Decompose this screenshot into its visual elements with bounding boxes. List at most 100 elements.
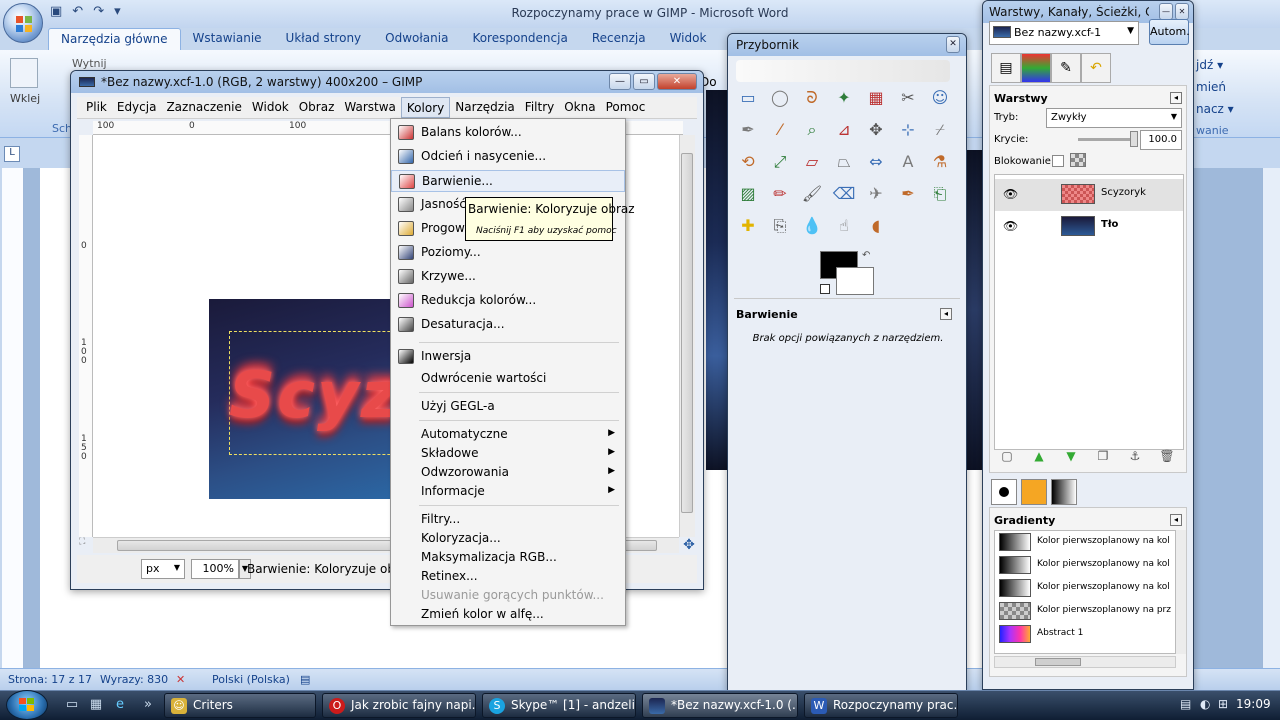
tab-paths[interactable]: ✎: [1051, 53, 1081, 83]
anchor-layer-icon[interactable]: ⚓: [1127, 449, 1143, 465]
dodge-burn-icon[interactable]: ◖: [864, 214, 888, 238]
menu-colors[interactable]: Kolory: [400, 97, 451, 118]
auto-button[interactable]: Autom.: [1149, 19, 1190, 45]
menu-item-1[interactable]: Odcień i nasycenie...: [391, 146, 625, 168]
perspective-icon[interactable]: ⏢: [832, 150, 856, 174]
menu-edit[interactable]: Edycja: [112, 97, 162, 118]
tab-layers[interactable]: ▤: [991, 53, 1021, 83]
paths-icon[interactable]: ✒: [736, 118, 760, 142]
airbrush-icon[interactable]: ✈: [864, 182, 888, 206]
language[interactable]: Polski (Polska): [212, 673, 290, 686]
menu-windows[interactable]: Okna: [559, 97, 600, 118]
menu-item-8[interactable]: Desaturacja...: [391, 314, 625, 336]
menu-select[interactable]: Zaznaczenie: [161, 97, 246, 118]
menu-item-15[interactable]: Informacje ▶: [391, 481, 625, 503]
perspective-clone-icon[interactable]: ⎘: [768, 214, 792, 238]
find-button[interactable]: jdź ▾: [1196, 58, 1223, 72]
align-icon[interactable]: ⊹: [896, 118, 920, 142]
opacity-slider-handle[interactable]: [1130, 131, 1138, 147]
close-button[interactable]: ✕: [946, 36, 960, 53]
tab-channels[interactable]: [1021, 53, 1051, 83]
menu-item-6[interactable]: Krzywe...: [391, 266, 625, 288]
lasso-icon[interactable]: ᘐ: [800, 86, 824, 110]
tray-icon[interactable]: ⊞: [1218, 697, 1228, 711]
menu-layer[interactable]: Warstwa: [339, 97, 401, 118]
taskbar-button-gimp[interactable]: *Bez nazwy.xcf-1.0 (...: [642, 693, 798, 718]
lock-pixels-checkbox[interactable]: [1052, 155, 1064, 167]
navigate-icon[interactable]: ✥: [681, 537, 697, 553]
menu-item-10[interactable]: Odwrócenie wartości: [391, 368, 625, 390]
eye-icon[interactable]: 👁: [1003, 187, 1018, 201]
quicklaunch-more-icon[interactable]: »: [140, 697, 156, 713]
tab-insert[interactable]: Wstawianie: [181, 28, 274, 50]
scroll-thumb[interactable]: [681, 153, 693, 513]
menu-item-7[interactable]: Redukcja kolorów...: [391, 290, 625, 312]
bucket-fill-icon[interactable]: ⚗: [928, 150, 952, 174]
scissors-icon[interactable]: ✂: [896, 86, 920, 110]
replace-button[interactable]: mień: [1196, 80, 1226, 94]
duplicate-layer-icon[interactable]: ❐: [1095, 449, 1111, 465]
text-icon[interactable]: A: [896, 150, 920, 174]
tab-layout[interactable]: Układ strony: [274, 28, 374, 50]
menu-file[interactable]: Plik: [81, 97, 112, 118]
brush-tab[interactable]: [991, 479, 1017, 505]
gradient-item[interactable]: Kolor pierwszoplanowy na kol: [995, 554, 1175, 577]
taskbar-button-word[interactable]: W Rozpoczynamy prac...: [804, 693, 958, 718]
menu-tools[interactable]: Narzędzia: [450, 97, 520, 118]
scale-icon[interactable]: ⤢: [768, 150, 792, 174]
rotate-icon[interactable]: ⟲: [736, 150, 760, 174]
layer-row[interactable]: 👁 Scyzoryk: [995, 179, 1183, 211]
image-select[interactable]: Bez nazwy.xcf-1 ▼: [989, 21, 1139, 45]
tab-review[interactable]: Recenzja: [580, 28, 658, 50]
taskbar-button-opera[interactable]: O Jak zrobic fajny napi...: [322, 693, 476, 718]
paintbrush-icon[interactable]: 🖌: [800, 182, 824, 206]
vertical-ruler[interactable]: 0 1 0 0 1 5 0: [79, 135, 93, 537]
close-button[interactable]: ✕: [657, 73, 697, 90]
fuzzy-select-icon[interactable]: ✦: [832, 86, 856, 110]
tab-references[interactable]: Odwołania: [373, 28, 460, 50]
taskbar-button-criters[interactable]: ☺ Criters: [164, 693, 316, 718]
panel-menu-icon[interactable]: ◂: [940, 308, 952, 320]
undo-icon[interactable]: ↶: [72, 4, 83, 22]
wilber-drop-area[interactable]: [736, 60, 950, 82]
tray-volume-icon[interactable]: ◐: [1200, 697, 1210, 711]
rect-select-icon[interactable]: ▭: [736, 86, 760, 110]
clock[interactable]: 19:09: [1236, 697, 1271, 711]
tab-mailings[interactable]: Korespondencja: [460, 28, 579, 50]
minimize-button[interactable]: —: [1159, 3, 1173, 20]
qat-dropdown-icon[interactable]: ▾: [114, 4, 121, 22]
maximize-button[interactable]: ▭: [633, 73, 655, 90]
gradients-scrollbar[interactable]: [1176, 530, 1186, 654]
close-button[interactable]: ✕: [1175, 3, 1189, 20]
blend-icon[interactable]: ▨: [736, 182, 760, 206]
tab-selector[interactable]: L: [4, 146, 20, 162]
cut-button[interactable]: Wytnij: [72, 57, 107, 70]
blur-icon[interactable]: 💧: [800, 214, 824, 238]
taskbar-button-skype[interactable]: S Skype™ [1] - andzeli...: [482, 693, 636, 718]
menu-item-5[interactable]: Poziomy...: [391, 242, 625, 264]
clone-icon[interactable]: ⎗: [928, 182, 952, 206]
scroll-thumb[interactable]: [1035, 658, 1081, 666]
tab-view[interactable]: Widok: [658, 28, 719, 50]
smudge-icon[interactable]: ☝: [832, 214, 856, 238]
start-button[interactable]: [6, 690, 48, 720]
menu-item-21[interactable]: Zmień kolor w alfę...: [391, 604, 625, 626]
gradient-tab[interactable]: [1051, 479, 1077, 505]
heal-icon[interactable]: ✚: [736, 214, 760, 238]
show-desktop-icon[interactable]: ▭: [64, 697, 80, 713]
menu-item-11[interactable]: Użyj GEGL-a: [391, 396, 625, 418]
minimize-button[interactable]: —: [609, 73, 631, 90]
lock-alpha-icon[interactable]: [1070, 153, 1086, 167]
quick-mask-icon[interactable]: ⛶: [79, 537, 93, 553]
redo-icon[interactable]: ↷: [93, 4, 104, 22]
foreground-select-icon[interactable]: ☺: [928, 86, 952, 110]
select-button[interactable]: nacz ▾: [1196, 102, 1234, 116]
swap-colors-icon[interactable]: ↶: [862, 250, 870, 261]
pattern-tab[interactable]: [1021, 479, 1047, 505]
shear-icon[interactable]: ▱: [800, 150, 824, 174]
measure-icon[interactable]: ⊿: [832, 118, 856, 142]
reset-colors-icon[interactable]: [820, 284, 830, 294]
tray-network-icon[interactable]: ▤: [1180, 697, 1191, 711]
zoom-icon[interactable]: ⌕: [800, 118, 824, 142]
save-icon[interactable]: ▣: [50, 4, 62, 22]
